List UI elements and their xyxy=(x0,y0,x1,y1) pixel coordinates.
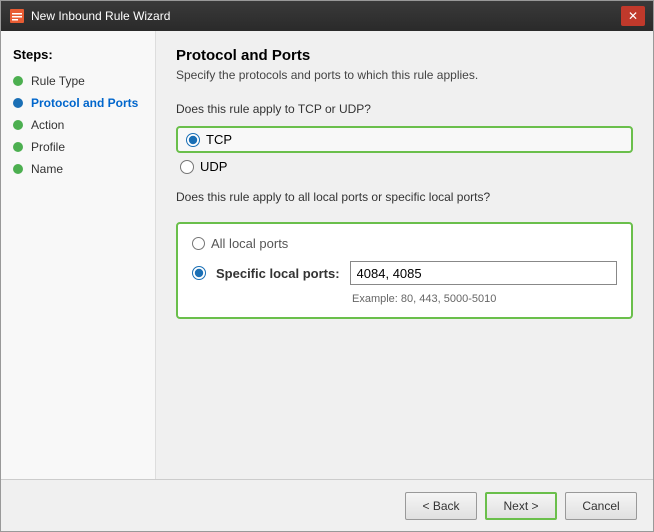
tcp-label: TCP xyxy=(206,132,232,147)
specific-ports-label: Specific local ports: xyxy=(216,266,340,281)
main-panel: Protocol and Ports Specify the protocols… xyxy=(156,31,653,479)
page-title: Protocol and Ports xyxy=(176,47,633,64)
step-label-rule-type: Rule Type xyxy=(31,74,85,88)
sidebar-item-name[interactable]: Name xyxy=(1,158,155,180)
cancel-button[interactable]: Cancel xyxy=(565,492,637,520)
step-label-action: Action xyxy=(31,118,64,132)
title-bar-text: New Inbound Rule Wizard xyxy=(31,9,621,23)
tcp-radio-option[interactable]: TCP xyxy=(186,132,232,147)
ports-question: Does this rule apply to all local ports … xyxy=(176,190,633,204)
udp-radio[interactable] xyxy=(180,160,194,174)
back-button[interactable]: < Back xyxy=(405,492,477,520)
specific-ports-input[interactable] xyxy=(350,261,617,285)
ports-box: All local ports Specific local ports: Ex… xyxy=(176,222,633,319)
next-button[interactable]: Next > xyxy=(485,492,557,520)
sidebar-item-action[interactable]: Action xyxy=(1,114,155,136)
specific-ports-radio[interactable] xyxy=(192,266,206,280)
specific-ports-row: Specific local ports: xyxy=(192,261,617,285)
window-icon xyxy=(9,8,25,24)
sidebar-item-protocol-ports[interactable]: Protocol and Ports xyxy=(1,92,155,114)
step-dot-rule-type xyxy=(13,76,23,86)
tcp-option-highlight: TCP xyxy=(176,126,633,153)
title-bar: New Inbound Rule Wizard ✕ xyxy=(1,1,653,31)
content-area: Steps: Rule Type Protocol and Ports Acti… xyxy=(1,31,653,479)
step-dot-protocol-ports xyxy=(13,98,23,108)
wizard-window: New Inbound Rule Wizard ✕ Steps: Rule Ty… xyxy=(0,0,654,532)
footer: < Back Next > Cancel xyxy=(1,479,653,531)
page-subtitle: Specify the protocols and ports to which… xyxy=(176,68,633,82)
steps-header: Steps: xyxy=(1,47,155,70)
all-ports-radio[interactable] xyxy=(192,237,205,250)
ports-example: Example: 80, 443, 5000-5010 xyxy=(352,293,617,305)
step-dot-action xyxy=(13,120,23,130)
sidebar-item-rule-type[interactable]: Rule Type xyxy=(1,70,155,92)
sidebar-item-profile[interactable]: Profile xyxy=(1,136,155,158)
protocol-question: Does this rule apply to TCP or UDP? xyxy=(176,102,633,116)
close-button[interactable]: ✕ xyxy=(621,6,645,26)
steps-panel: Steps: Rule Type Protocol and Ports Acti… xyxy=(1,31,156,479)
all-ports-option[interactable]: All local ports xyxy=(192,236,617,251)
tcp-radio[interactable] xyxy=(186,133,200,147)
protocol-radio-group: TCP UDP xyxy=(176,126,633,174)
udp-label: UDP xyxy=(200,159,227,174)
step-dot-name xyxy=(13,164,23,174)
step-label-protocol-ports: Protocol and Ports xyxy=(31,96,138,110)
step-dot-profile xyxy=(13,142,23,152)
udp-radio-option[interactable]: UDP xyxy=(176,159,633,174)
step-label-name: Name xyxy=(31,162,63,176)
step-label-profile: Profile xyxy=(31,140,65,154)
all-ports-label: All local ports xyxy=(211,236,288,251)
